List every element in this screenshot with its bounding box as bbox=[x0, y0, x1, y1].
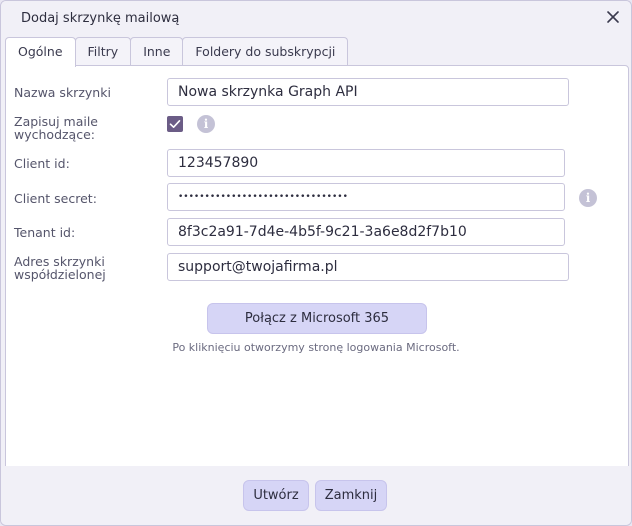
create-button[interactable]: Utwórz bbox=[243, 480, 309, 511]
client-secret-label: Client secret: bbox=[14, 191, 97, 206]
shared-mailbox-label: Adres skrzynki współdzielonej bbox=[14, 254, 106, 282]
checkmark-icon bbox=[169, 120, 181, 128]
save-outgoing-label: Zapisuj maile wychodzące: bbox=[14, 114, 98, 142]
mailbox-name-label: Nazwa skrzynki bbox=[14, 85, 111, 100]
tenant-id-input[interactable] bbox=[167, 218, 565, 246]
connect-hint: Po kliknięciu otworzymy stronę logowania… bbox=[172, 341, 460, 354]
client-id-label: Client id: bbox=[14, 156, 70, 171]
tab-subscription-folders[interactable]: Foldery do subskrypcji bbox=[182, 37, 349, 66]
tab-general[interactable]: Ogólne bbox=[5, 37, 76, 67]
mailbox-name-input[interactable] bbox=[167, 78, 569, 106]
dialog-title: Dodaj skrzynkę mailową bbox=[21, 11, 180, 26]
add-mailbox-dialog: Dodaj skrzynkę mailową Ogólne Filtry Inn… bbox=[0, 0, 632, 526]
client-secret-input[interactable] bbox=[167, 183, 565, 211]
dialog-titlebar: Dodaj skrzynkę mailową bbox=[1, 1, 631, 35]
client-secret-info-icon[interactable]: i bbox=[579, 189, 597, 207]
client-id-input[interactable] bbox=[167, 149, 565, 177]
tab-filters[interactable]: Filtry bbox=[74, 37, 132, 66]
dialog-footer: Utwórz Zamknij bbox=[1, 466, 631, 525]
connect-microsoft-button[interactable]: Połącz z Microsoft 365 bbox=[207, 303, 427, 334]
close-button[interactable]: Zamknij bbox=[315, 480, 387, 511]
tab-other[interactable]: Inne bbox=[130, 37, 184, 66]
save-outgoing-checkbox[interactable] bbox=[167, 116, 183, 132]
general-panel: Nazwa skrzynki Zapisuj maile wychodzące:… bbox=[5, 65, 629, 467]
info-icon[interactable]: i bbox=[197, 115, 215, 133]
shared-mailbox-input[interactable] bbox=[167, 253, 569, 281]
tab-bar: Ogólne Filtry Inne Foldery do subskrypcj… bbox=[5, 37, 349, 67]
close-icon[interactable] bbox=[605, 9, 621, 25]
tenant-id-label: Tenant id: bbox=[14, 225, 76, 240]
